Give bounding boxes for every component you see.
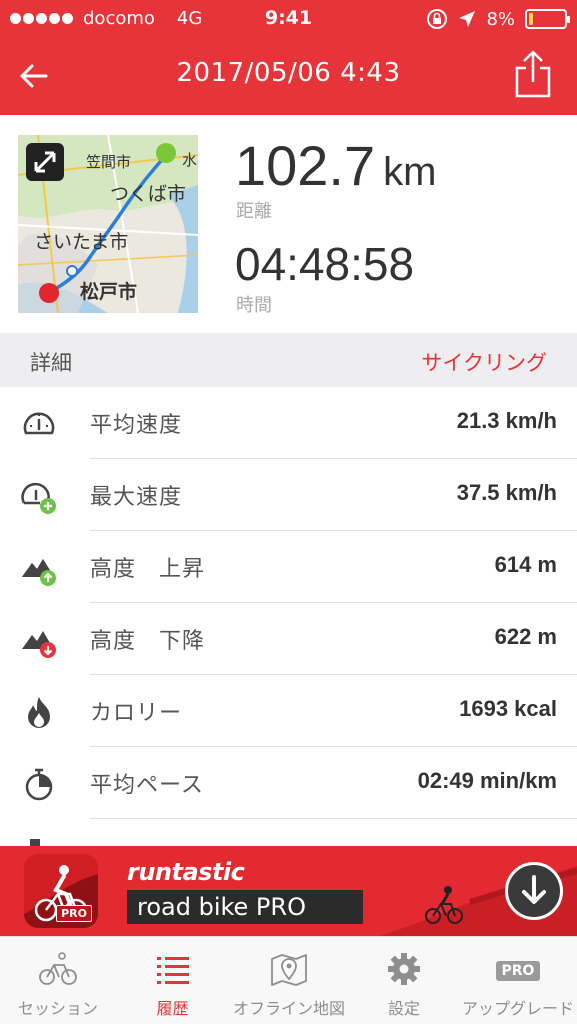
gear-icon — [388, 953, 420, 985]
tab-offline-maps[interactable]: オフライン地図 — [229, 937, 349, 1024]
tab-session[interactable]: セッション — [0, 937, 116, 1024]
tab-label: 設定 — [387, 999, 420, 1018]
row-label: カロリー — [90, 701, 183, 726]
battery-icon — [525, 9, 570, 29]
speedometer-icon — [23, 412, 55, 435]
pro-badge: PRO — [56, 905, 92, 922]
row-value: 622 m — [494, 624, 557, 649]
map-label: 笠間市 — [86, 153, 132, 171]
list-item: 高度 上昇 614 m — [0, 531, 577, 603]
map-pin-icon — [271, 954, 307, 986]
pro-icon-label: PRO — [501, 963, 535, 979]
duration-value: 04:48:58 — [235, 238, 415, 290]
row-label: 最大速度 — [90, 485, 183, 510]
details-list: 平均速度 21.3 km/h 最大速度 37.5 km/h 高度 上昇 614 … — [0, 387, 577, 846]
row-label: 高度 下降 — [90, 629, 206, 654]
elevation-up-icon — [22, 559, 56, 586]
session-summary: 笠間市 水 つくば市 さいたま市 松戸市 102.7 km 距離 04:48:58… — [0, 115, 577, 333]
distance-value: 102.7 — [235, 134, 376, 197]
distance-unit: km — [383, 150, 437, 194]
status-right: 8% — [426, 8, 570, 30]
partial-row-icon — [30, 839, 40, 846]
app-icon: PRO — [24, 854, 98, 928]
row-value: 02:49 min/km — [417, 768, 557, 793]
stopwatch-icon — [25, 768, 53, 801]
tab-label: アップグレード — [461, 999, 574, 1018]
list-icon — [156, 957, 189, 984]
tab-label: セッション — [17, 999, 98, 1018]
app-root: docomo 4G 9:41 8% 2017/05/06 4:43 笠間市 水 … — [0, 0, 577, 1024]
activity-type[interactable]: サイクリング — [421, 347, 547, 377]
row-label: 高度 上昇 — [90, 557, 206, 582]
list-item-partial — [0, 819, 577, 846]
tab-history[interactable]: 履歴 — [116, 937, 229, 1024]
map-label: つくば市 — [110, 183, 187, 205]
row-value: 37.5 km/h — [456, 480, 557, 505]
download-button[interactable] — [505, 862, 563, 920]
row-label: 平均ペース — [90, 773, 204, 798]
row-value: 1693 kcal — [459, 696, 557, 721]
row-value: 21.3 km/h — [456, 408, 557, 433]
location-icon — [459, 11, 476, 27]
distance-metric: 102.7 km — [235, 133, 436, 198]
list-item: 平均ペース 02:49 min/km — [0, 747, 577, 819]
page-title: 2017/05/06 4:43 — [176, 58, 401, 88]
elevation-down-icon — [22, 631, 56, 658]
speedometer-plus-icon — [21, 482, 56, 514]
duration-label: 時間 — [236, 295, 272, 316]
status-bar: docomo 4G 9:41 8% — [0, 0, 577, 38]
tab-upgrade[interactable]: PRO アップグレード — [459, 937, 577, 1024]
map-label: 水 — [182, 151, 198, 169]
list-item: 平均速度 21.3 km/h — [0, 387, 577, 459]
details-title: 詳細 — [30, 351, 72, 375]
pro-icon: PRO — [496, 961, 540, 981]
brand-name: runtastic — [127, 858, 245, 886]
share-button[interactable] — [513, 50, 553, 98]
row-value: 614 m — [494, 552, 557, 577]
map-label: さいたま市 — [34, 231, 129, 253]
battery-label: 8% — [486, 8, 515, 30]
list-item: カロリー 1693 kcal — [0, 675, 577, 747]
list-item: 最大速度 37.5 km/h — [0, 459, 577, 531]
tab-label: 履歴 — [156, 999, 189, 1018]
map-expand-button[interactable] — [26, 143, 64, 181]
product-name: road bike PRO — [127, 890, 363, 924]
top-bar: docomo 4G 9:41 8% 2017/05/06 4:43 — [0, 0, 577, 115]
banner-cyclist-icon — [425, 886, 463, 924]
tab-settings[interactable]: 設定 — [349, 937, 459, 1024]
expand-icon — [34, 151, 56, 173]
map-label: 松戸市 — [80, 281, 138, 303]
details-section-header: 詳細 サイクリング — [0, 333, 577, 387]
tab-bar: セッション 履歴 オフライン地図 設定 PRO アップグレード — [0, 936, 577, 1024]
promo-banner[interactable]: PRO runtastic road bike PRO — [0, 846, 577, 936]
row-label: 平均速度 — [90, 413, 183, 438]
distance-label: 距離 — [236, 201, 272, 222]
rotation-lock-icon — [427, 9, 448, 29]
flame-icon — [28, 697, 50, 728]
download-icon — [522, 875, 546, 904]
tab-label: オフライン地図 — [232, 999, 345, 1018]
route-map[interactable]: 笠間市 水 つくば市 さいたま市 松戸市 — [18, 135, 198, 313]
list-item: 高度 下降 622 m — [0, 603, 577, 675]
cycling-icon — [39, 952, 77, 985]
